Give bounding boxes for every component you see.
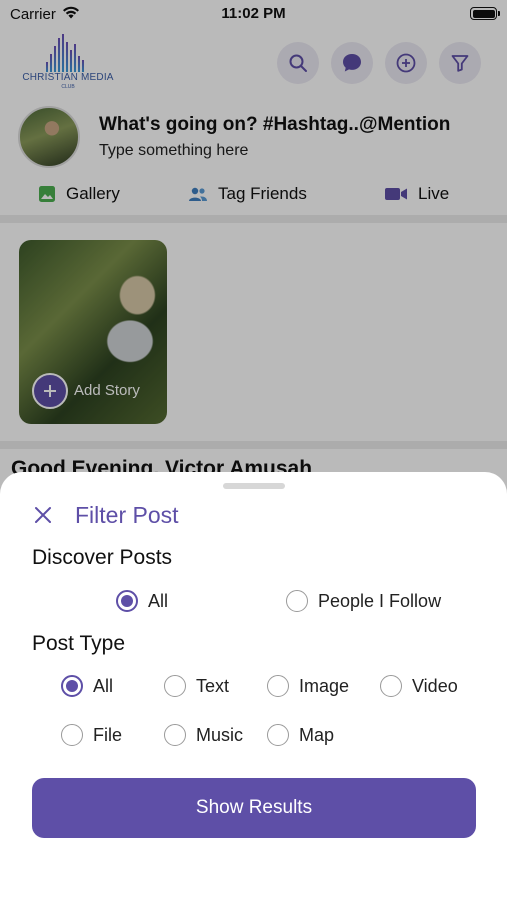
sheet-title: Filter Post xyxy=(75,502,179,528)
post-type-option-file[interactable]: File xyxy=(61,724,122,746)
option-label: Video xyxy=(412,675,458,696)
post-type-option-text[interactable]: Text xyxy=(164,675,229,697)
radio-unselected-icon[interactable] xyxy=(164,675,186,697)
radio-selected-icon[interactable] xyxy=(61,675,83,697)
post-type-option-map[interactable]: Map xyxy=(267,724,334,746)
discover-posts-heading: Discover Posts xyxy=(32,546,173,569)
radio-selected-icon[interactable] xyxy=(116,590,138,612)
post-type-option-all[interactable]: All xyxy=(61,675,113,697)
radio-unselected-icon[interactable] xyxy=(164,724,186,746)
discover-option-all[interactable]: All xyxy=(116,590,168,612)
radio-unselected-icon[interactable] xyxy=(267,724,289,746)
option-label: File xyxy=(93,724,123,745)
option-label: All xyxy=(93,675,114,696)
option-label: People I Follow xyxy=(318,590,442,611)
option-label: Music xyxy=(196,724,244,745)
sheet-grabber[interactable] xyxy=(223,483,285,489)
option-label: Map xyxy=(299,724,335,745)
radio-unselected-icon[interactable] xyxy=(286,590,308,612)
option-label: All xyxy=(148,590,169,611)
post-type-option-video[interactable]: Video xyxy=(380,675,458,697)
radio-unselected-icon[interactable] xyxy=(380,675,402,697)
post-type-option-image[interactable]: Image xyxy=(267,675,349,697)
close-button[interactable] xyxy=(32,504,54,526)
show-results-button[interactable]: Show Results xyxy=(32,778,476,838)
discover-option-people-i-follow[interactable]: People I Follow xyxy=(286,590,441,612)
option-label: Image xyxy=(299,675,350,696)
radio-unselected-icon[interactable] xyxy=(267,675,289,697)
option-label: Text xyxy=(196,675,230,696)
filter-post-sheet: Filter Post Discover Posts All People I … xyxy=(0,472,507,900)
radio-unselected-icon[interactable] xyxy=(61,724,83,746)
post-type-heading: Post Type xyxy=(32,632,126,655)
post-type-option-music[interactable]: Music xyxy=(164,724,243,746)
close-icon xyxy=(35,507,51,523)
